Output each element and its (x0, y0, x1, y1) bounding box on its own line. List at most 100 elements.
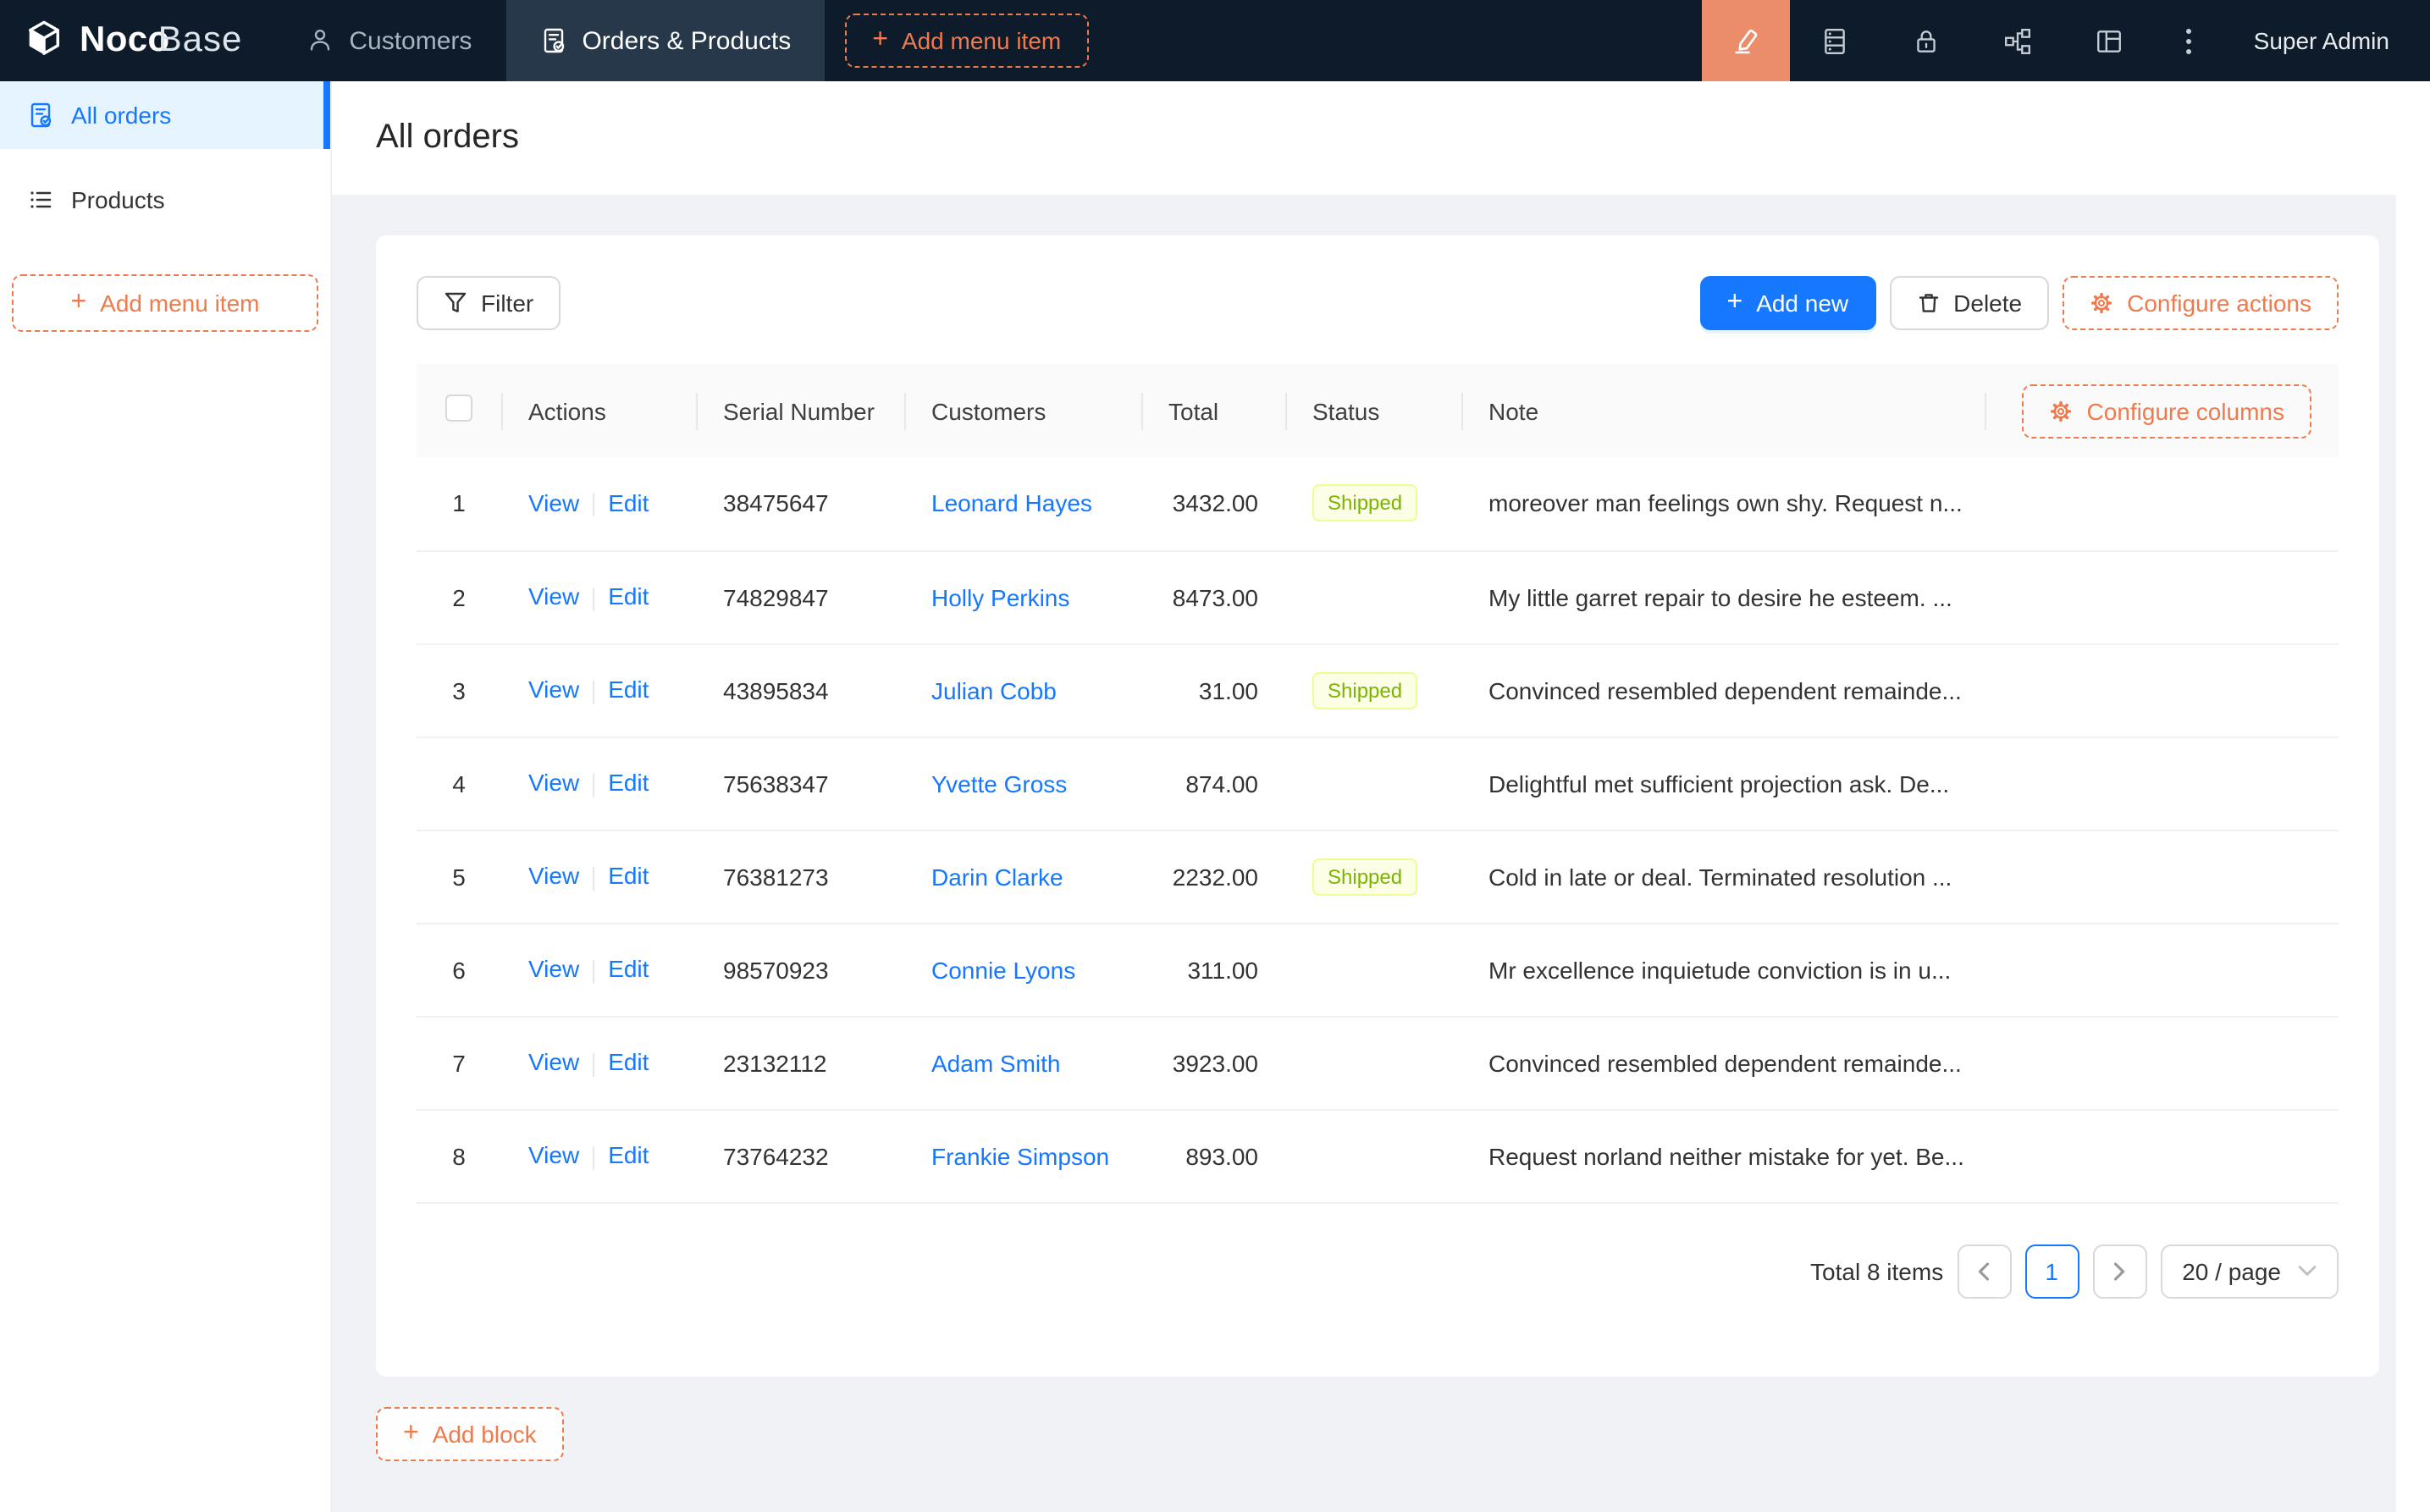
divider (593, 1052, 594, 1076)
nocobase-logo[interactable]: NocoBase (0, 0, 273, 81)
view-link[interactable]: View (528, 676, 579, 704)
row-index: 1 (452, 490, 466, 517)
customer-link[interactable]: Leonard Hayes (931, 490, 1092, 517)
configure-columns-button[interactable]: Configure columns (2023, 384, 2311, 438)
more-menu-button[interactable] (2156, 28, 2223, 53)
list-icon (27, 186, 54, 213)
table-row: 4 ViewEdit 75638347 Yvette Gross 874.00 … (417, 737, 2339, 830)
customer-link[interactable]: Yvette Gross (931, 770, 1067, 797)
divider (593, 959, 594, 983)
serial-number-cell: 23132112 (696, 1016, 904, 1109)
table-row: 8 ViewEdit 73764232 Frankie Simpson 893.… (417, 1109, 2339, 1202)
filter-button[interactable]: Filter (417, 276, 561, 330)
note-cell: Request norland neither mistake for yet.… (1461, 1109, 1985, 1202)
view-link[interactable]: View (528, 583, 579, 610)
sidebar-item-all-orders[interactable]: All orders (0, 81, 330, 149)
ui-editor-toggle-button[interactable] (1702, 0, 1790, 81)
nav-right: Super Admin (1702, 0, 2430, 81)
access-control-button[interactable] (1881, 0, 1973, 81)
empty-cell (1985, 737, 2339, 830)
page-content: Filter + Add new (332, 195, 2396, 1512)
lock-icon (1913, 26, 1941, 55)
row-index: 8 (452, 1142, 466, 1169)
divider (593, 866, 594, 890)
customer-link[interactable]: Frankie Simpson (931, 1142, 1109, 1169)
workflow-icon (2004, 26, 2033, 55)
page-size-select[interactable]: 20 / page (2160, 1244, 2339, 1298)
add-menu-item-button-sidebar[interactable]: + Add menu item (12, 274, 318, 332)
note-cell: Convinced resembled dependent remainde..… (1461, 1016, 1985, 1109)
note-cell: My little garret repair to desire he est… (1461, 550, 1985, 643)
highlighter-icon (1731, 25, 1761, 56)
configure-actions-button[interactable]: Configure actions (2063, 276, 2339, 330)
page-title: All orders (376, 119, 519, 157)
total-cell: 3432.00 (1141, 457, 1285, 550)
table-row: 6 ViewEdit 98570923 Connie Lyons 311.00 … (417, 923, 2339, 1016)
sidebar: All orders Products + Add me (0, 81, 332, 1512)
total-cell: 311.00 (1141, 923, 1285, 1016)
row-index: 2 (452, 583, 466, 610)
customer-link[interactable]: Holly Perkins (931, 583, 1069, 610)
edit-link[interactable]: Edit (608, 863, 649, 890)
row-index: 7 (452, 1049, 466, 1076)
page-number-button[interactable]: 1 (2024, 1244, 2079, 1298)
edit-link[interactable]: Edit (608, 489, 649, 516)
scrollbar-track[interactable] (2396, 81, 2430, 1512)
divider (593, 494, 594, 517)
logo-text-noco: Noco (80, 20, 170, 59)
sidebar-item-products[interactable]: Products (0, 166, 330, 234)
next-page-button[interactable] (2092, 1244, 2146, 1298)
empty-cell (1985, 1109, 2339, 1202)
view-link[interactable]: View (528, 956, 579, 983)
data-sources-button[interactable] (1790, 0, 1881, 81)
logo-text-base: Base (158, 20, 243, 59)
divider (593, 680, 594, 704)
plugin-settings-button[interactable] (2064, 0, 2156, 81)
nav-tab-orders-products[interactable]: Orders & Products (505, 0, 825, 81)
edit-link[interactable]: Edit (608, 676, 649, 704)
divider (593, 587, 594, 610)
page-size-value: 20 / page (2182, 1257, 2281, 1284)
add-new-label: Add new (1756, 290, 1848, 317)
plus-icon: + (872, 27, 888, 54)
current-user-menu[interactable]: Super Admin (2254, 27, 2389, 54)
total-cell: 893.00 (1141, 1109, 1285, 1202)
delete-button[interactable]: Delete (1889, 276, 2049, 330)
prev-page-button[interactable] (1957, 1244, 2011, 1298)
status-badge: Shipped (1312, 485, 1417, 522)
view-link[interactable]: View (528, 770, 579, 797)
customer-link[interactable]: Adam Smith (931, 1049, 1061, 1076)
customer-link[interactable]: Darin Clarke (931, 863, 1063, 890)
user-icon (307, 27, 334, 54)
add-menu-item-button-nav[interactable]: + Add menu item (845, 14, 1088, 68)
edit-link[interactable]: Edit (608, 1049, 649, 1076)
add-block-button[interactable]: + Add block (376, 1406, 564, 1460)
nav-left: NocoBase Customers (0, 0, 1088, 81)
empty-cell (1985, 923, 2339, 1016)
view-link[interactable]: View (528, 863, 579, 890)
serial-number-cell: 98570923 (696, 923, 904, 1016)
layout-icon (2096, 26, 2124, 55)
table-row: 1 ViewEdit 38475647 Leonard Hayes 3432.0… (417, 457, 2339, 550)
column-header-status: Status (1285, 364, 1461, 457)
select-all-checkbox[interactable] (445, 395, 472, 422)
orders-table: Actions Serial Number Customers Total St… (417, 364, 2339, 1203)
edit-link[interactable]: Edit (608, 956, 649, 983)
status-badge: Shipped (1312, 671, 1417, 709)
table-row: 5 ViewEdit 76381273 Darin Clarke 2232.00… (417, 830, 2339, 923)
nav-tab-customers[interactable]: Customers (273, 0, 505, 81)
sidebar-item-label: Products (71, 186, 165, 213)
customer-link[interactable]: Julian Cobb (931, 676, 1057, 704)
edit-link[interactable]: Edit (608, 770, 649, 797)
edit-link[interactable]: Edit (608, 1142, 649, 1169)
total-cell: 2232.00 (1141, 830, 1285, 923)
add-new-button[interactable]: + Add new (1700, 276, 1876, 330)
top-nav: NocoBase Customers (0, 0, 2430, 81)
view-link[interactable]: View (528, 489, 579, 516)
customer-link[interactable]: Connie Lyons (931, 956, 1075, 983)
view-link[interactable]: View (528, 1142, 579, 1169)
workflow-button[interactable] (1973, 0, 2064, 81)
table-row: 7 ViewEdit 23132112 Adam Smith 3923.00 C… (417, 1016, 2339, 1109)
edit-link[interactable]: Edit (608, 583, 649, 610)
view-link[interactable]: View (528, 1049, 579, 1076)
